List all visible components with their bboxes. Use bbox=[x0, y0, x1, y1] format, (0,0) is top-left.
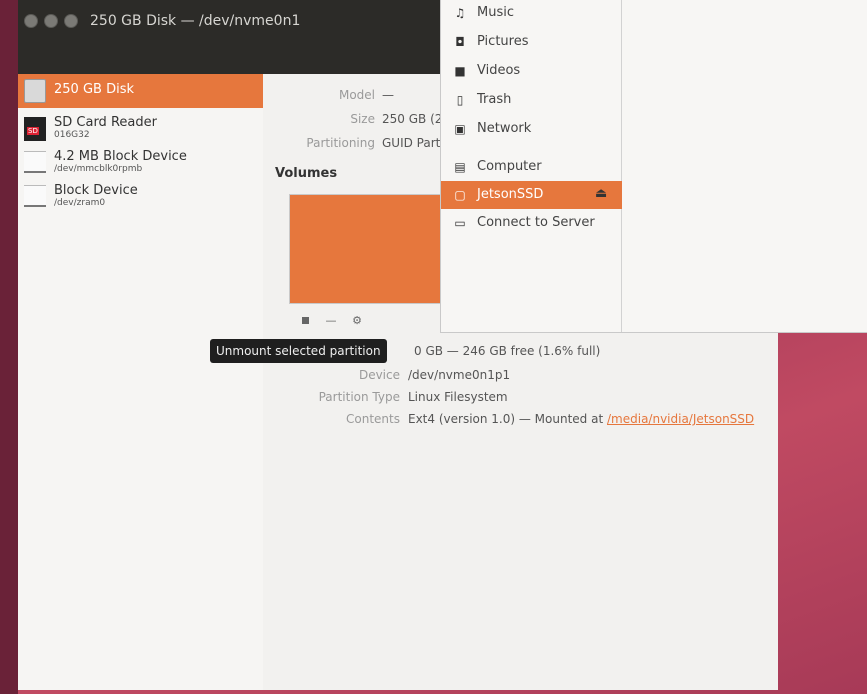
device-item-4mb-block-device[interactable]: 4.2 MB Block Device /dev/mmcblk0rpmb bbox=[18, 146, 263, 180]
place-connect-to-server[interactable]: ▭ Connect to Server bbox=[441, 209, 622, 237]
place-label: JetsonSSD bbox=[477, 187, 544, 202]
model-label: Model bbox=[338, 88, 375, 102]
place-label: Trash bbox=[477, 92, 512, 107]
unmount-button[interactable] bbox=[297, 312, 313, 328]
unmount-tooltip: Unmount selected partition bbox=[210, 339, 387, 363]
place-jetsonssd[interactable]: ▢ JetsonSSD ⏏ bbox=[441, 181, 622, 209]
place-network[interactable]: ▣ Network bbox=[441, 115, 622, 143]
eject-icon[interactable]: ⏏ bbox=[595, 186, 607, 201]
contents-label: Contents bbox=[346, 412, 400, 426]
device-item-250gb-disk[interactable]: 250 GB Disk bbox=[18, 74, 263, 108]
camera-icon: ◘ bbox=[455, 35, 465, 49]
trash-icon: ▯ bbox=[456, 93, 464, 107]
mount-path-link[interactable]: /media/nvidia/JetsonSSD bbox=[607, 412, 754, 426]
delete-partition-button[interactable]: — bbox=[323, 312, 339, 328]
window-controls bbox=[24, 14, 78, 28]
place-label: Videos bbox=[477, 63, 521, 78]
device-list: 250 GB Disk SD Card Reader 016G32 4.2 MB… bbox=[18, 74, 263, 690]
close-button[interactable] bbox=[24, 14, 38, 28]
maximize-button[interactable] bbox=[64, 14, 78, 28]
sd-card-icon bbox=[24, 117, 46, 141]
contents-value: Ext4 (version 1.0) — Mounted at /media/n… bbox=[408, 412, 754, 426]
volume-toolbar: — ⚙ bbox=[297, 312, 365, 328]
music-icon: ♫ bbox=[454, 6, 466, 20]
volumes-heading: Volumes bbox=[275, 166, 338, 181]
device-name: 250 GB Disk bbox=[54, 82, 134, 97]
device-item-block-device[interactable]: Block Device /dev/zram0 bbox=[18, 180, 263, 214]
place-label: Music bbox=[477, 5, 514, 20]
contents-text: Ext4 (version 1.0) — Mounted at bbox=[408, 412, 604, 426]
place-label: Network bbox=[477, 121, 532, 136]
partition-type-label: Partition Type bbox=[318, 390, 400, 404]
stop-icon bbox=[301, 316, 309, 324]
place-videos[interactable]: ■ Videos bbox=[441, 57, 622, 85]
place-pictures[interactable]: ◘ Pictures bbox=[441, 28, 622, 56]
files-window: ♫ Music ◘ Pictures ■ Videos ▯ Trash ▣ Ne… bbox=[440, 0, 867, 333]
place-label: Connect to Server bbox=[477, 215, 595, 230]
place-music[interactable]: ♫ Music bbox=[441, 0, 622, 27]
place-trash[interactable]: ▯ Trash bbox=[441, 86, 622, 114]
device-name: Block Device bbox=[54, 183, 138, 198]
network-icon: ▣ bbox=[454, 122, 466, 136]
place-label: Computer bbox=[477, 159, 542, 174]
device-item-sd-card-reader[interactable]: SD Card Reader 016G32 bbox=[18, 112, 263, 146]
device-label: Device bbox=[358, 368, 400, 382]
server-icon: ▭ bbox=[454, 216, 466, 230]
place-label: Pictures bbox=[477, 34, 529, 49]
partition-block[interactable] bbox=[289, 194, 449, 304]
desktop-edge bbox=[0, 0, 18, 694]
block-device-icon bbox=[24, 185, 46, 207]
device-name: 4.2 MB Block Device bbox=[54, 149, 187, 164]
device-subtitle: /dev/mmcblk0rpmb bbox=[54, 164, 143, 174]
device-subtitle: 016G32 bbox=[54, 130, 90, 140]
computer-icon: ▤ bbox=[454, 160, 466, 174]
minimize-button[interactable] bbox=[44, 14, 58, 28]
video-icon: ■ bbox=[454, 64, 466, 78]
block-device-icon bbox=[24, 151, 46, 173]
device-value: /dev/nvme0n1p1 bbox=[408, 368, 511, 382]
partition-type-value: Linux Filesystem bbox=[408, 390, 508, 404]
device-subtitle: /dev/zram0 bbox=[54, 198, 106, 208]
hard-disk-icon bbox=[24, 79, 46, 103]
window-title: 250 GB Disk — /dev/nvme0n1 bbox=[90, 13, 301, 29]
partitioning-label: Partitioning bbox=[306, 136, 375, 150]
places-sidebar: ♫ Music ◘ Pictures ■ Videos ▯ Trash ▣ Ne… bbox=[441, 0, 622, 332]
size-label: Size bbox=[350, 112, 375, 126]
device-name: SD Card Reader bbox=[54, 115, 157, 130]
model-value: — bbox=[382, 88, 394, 102]
place-computer[interactable]: ▤ Computer bbox=[441, 153, 622, 181]
drive-icon: ▢ bbox=[454, 188, 466, 202]
volume-size-value: 0 GB — 246 GB free (1.6% full) bbox=[414, 344, 601, 358]
settings-icon[interactable]: ⚙ bbox=[349, 312, 365, 328]
